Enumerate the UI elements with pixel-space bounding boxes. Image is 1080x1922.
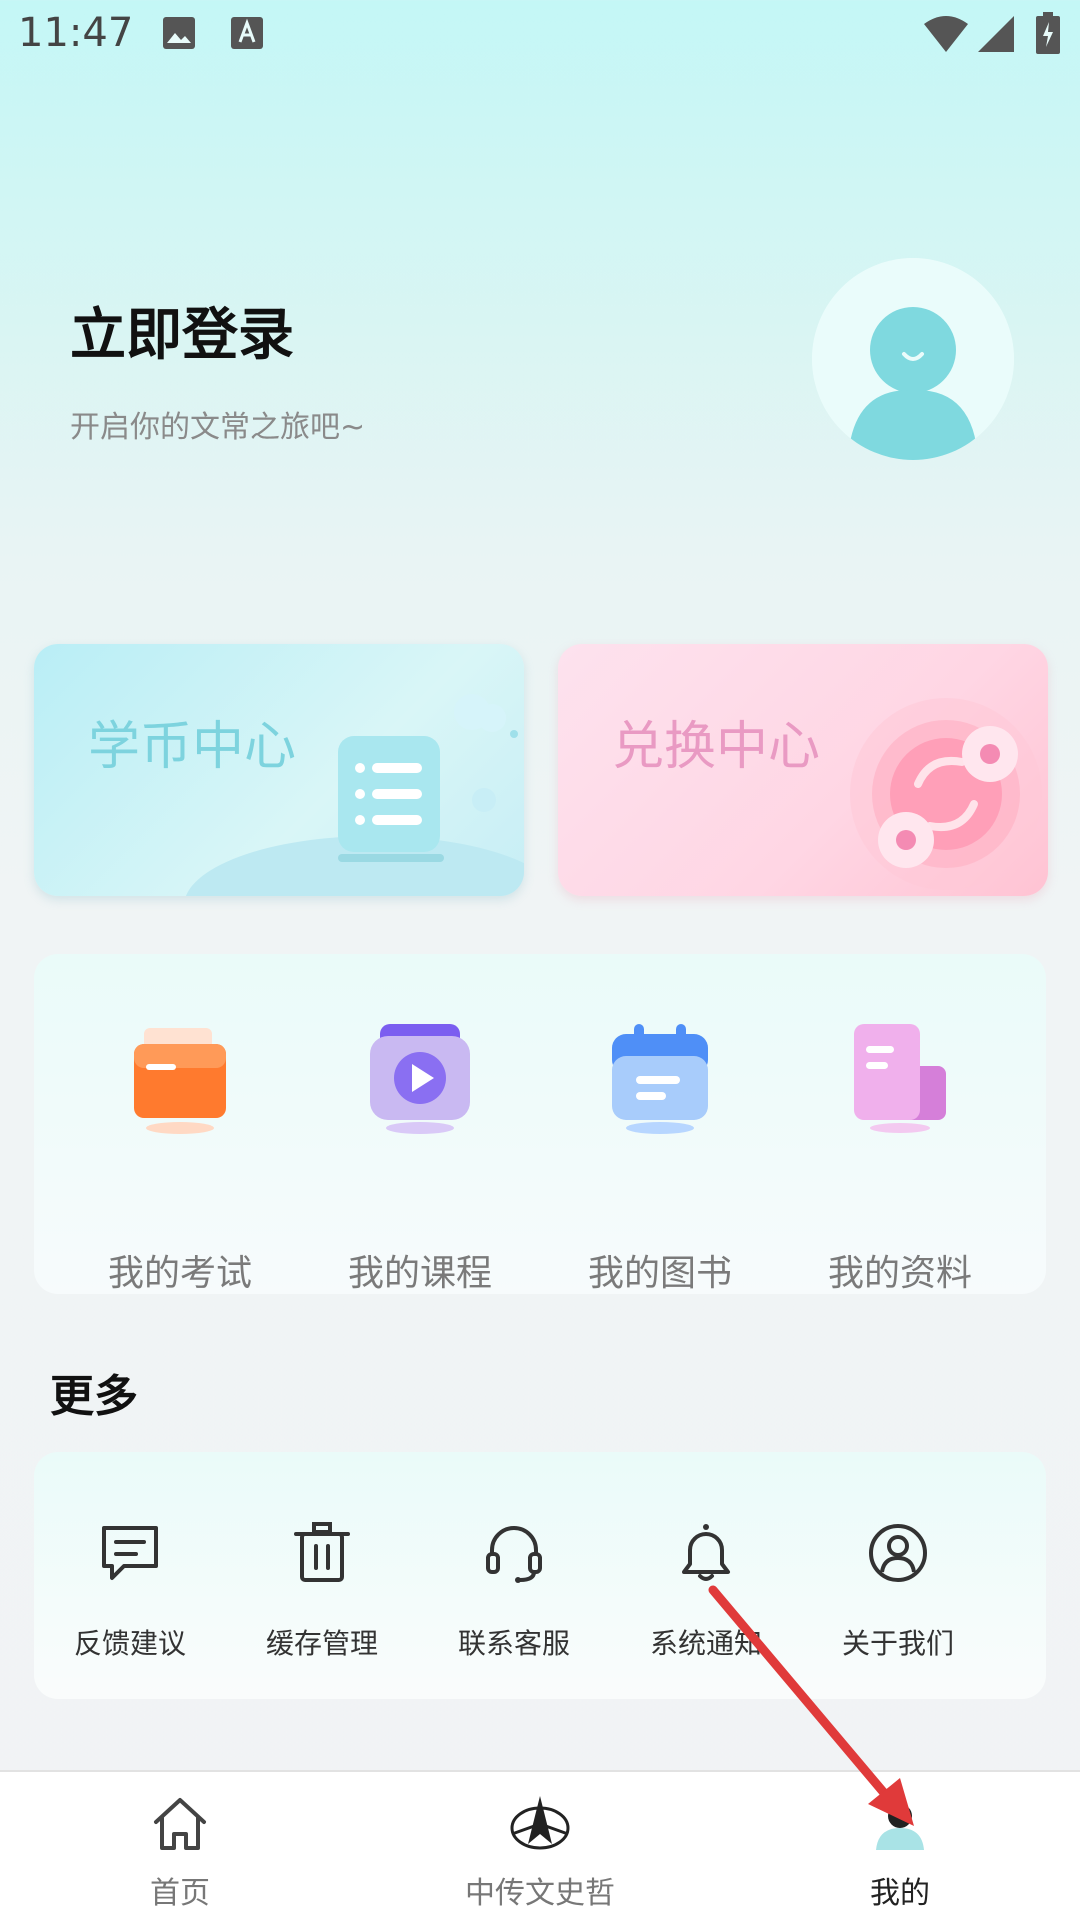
quick-item-book[interactable]: 我的图书 xyxy=(560,1024,760,1294)
bottom-nav: 首页 中传文史哲 我的 xyxy=(0,1770,1080,1922)
more-item-support[interactable]: 联系客服 xyxy=(418,1522,610,1672)
more-item-cache[interactable]: 缓存管理 xyxy=(226,1522,418,1672)
document-icon xyxy=(854,1024,946,1133)
quick-menu-panel: 我的考试 我的课程 我的图书 我的资料 xyxy=(34,954,1046,1294)
quick-label-book: 我的图书 xyxy=(587,1253,732,1294)
trash-icon xyxy=(294,1522,350,1582)
more-label-support: 联系客服 xyxy=(457,1627,570,1660)
nav-item-mine[interactable]: 我的 xyxy=(780,1772,1020,1922)
quick-label-exam: 我的考试 xyxy=(107,1253,252,1294)
user-circle-icon xyxy=(869,1524,927,1582)
avatar[interactable] xyxy=(812,258,1014,460)
quick-item-material[interactable]: 我的资料 xyxy=(800,1024,1000,1294)
exchange-center-card[interactable]: 兑换中心 xyxy=(558,644,1048,896)
status-time: 11:47 xyxy=(18,10,134,56)
login-title[interactable]: 立即登录 xyxy=(70,290,294,371)
nav-item-home[interactable]: 首页 xyxy=(60,1772,300,1922)
wifi-icon xyxy=(924,16,968,52)
nav-item-culture[interactable]: 中传文史哲 xyxy=(420,1772,660,1922)
more-label-about: 关于我们 xyxy=(841,1627,954,1660)
more-item-feedback[interactable]: 反馈建议 xyxy=(34,1522,226,1672)
folder-icon xyxy=(134,1028,226,1134)
feedback-icon xyxy=(102,1526,158,1580)
calendar-book-icon xyxy=(612,1024,708,1134)
coin-center-card[interactable]: 学币中心 xyxy=(34,644,524,896)
nav-label-home: 首页 xyxy=(150,1876,210,1911)
quick-item-exam[interactable]: 我的考试 xyxy=(80,1024,280,1294)
exchange-center-illustration-icon xyxy=(850,698,1042,890)
text-notification-icon xyxy=(231,17,263,49)
battery-icon xyxy=(1036,12,1060,54)
login-subtitle: 开启你的文常之旅吧~ xyxy=(70,410,366,445)
bell-icon xyxy=(682,1524,730,1581)
quick-label-course: 我的课程 xyxy=(347,1253,492,1294)
signal-icon xyxy=(978,16,1014,52)
more-item-about[interactable]: 关于我们 xyxy=(802,1522,994,1672)
home-icon xyxy=(154,1798,206,1850)
more-label-feedback: 反馈建议 xyxy=(73,1627,186,1660)
more-panel: 反馈建议 缓存管理 联系客服 系统通知 关于我们 xyxy=(34,1452,1046,1699)
profile-icon xyxy=(876,1804,924,1850)
more-item-notification[interactable]: 系统通知 xyxy=(610,1522,802,1672)
headset-icon xyxy=(486,1526,542,1583)
coin-center-illustration-icon xyxy=(186,694,524,896)
quick-label-material: 我的资料 xyxy=(827,1253,972,1294)
default-avatar-icon xyxy=(812,258,1014,460)
compass-logo-icon xyxy=(510,1796,570,1850)
more-label-cache: 缓存管理 xyxy=(265,1627,378,1660)
nav-label-mine: 我的 xyxy=(870,1876,930,1911)
play-video-icon xyxy=(370,1024,470,1134)
image-notification-icon xyxy=(163,17,195,49)
more-section-title: 更多 xyxy=(50,1371,138,1422)
nav-label-culture: 中传文史哲 xyxy=(465,1876,615,1911)
quick-item-course[interactable]: 我的课程 xyxy=(320,1024,520,1294)
status-bar: 11:47 xyxy=(0,0,1080,72)
more-label-notification: 系统通知 xyxy=(649,1627,762,1660)
